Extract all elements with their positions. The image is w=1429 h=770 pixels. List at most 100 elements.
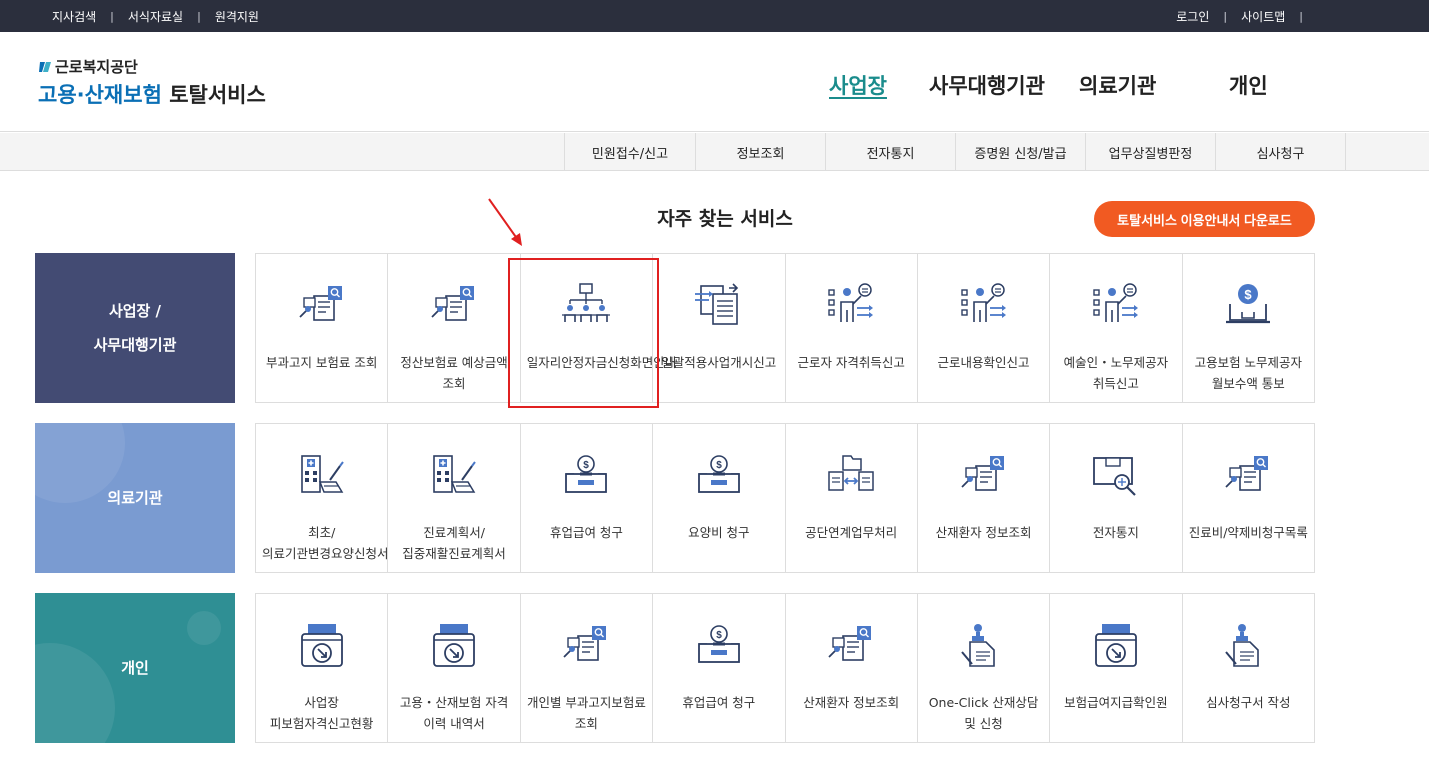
service-tile-medical-8[interactable]: 진료비/약제비청구목록 <box>1182 424 1315 573</box>
nav-agency[interactable]: 사무대행기관 <box>929 70 1045 100</box>
person-checklist-icon <box>1093 283 1138 322</box>
service-tile-medical-1[interactable]: 최초/의료기관변경요양신청서 <box>256 424 389 573</box>
service-tile-medical-5[interactable]: 공단연계업무처리 <box>785 424 918 573</box>
coin-box-icon: $ <box>565 455 608 493</box>
service-tile-medical-2[interactable]: 진료계획서/집중재활진료계획서 <box>388 424 521 573</box>
service-tile-label: 고용보험 노무제공자 월보수액 통보 <box>1194 355 1303 391</box>
document-transfer-icon <box>694 283 738 325</box>
service-tile-business-5[interactable]: 근로자 자격취득신고 <box>785 254 918 403</box>
coin-box-icon: $ <box>697 455 740 493</box>
service-tile-individual-7[interactable]: 보험급여지급확인원 <box>1050 594 1183 743</box>
row-label-medical-text: 의료기관 <box>107 489 163 507</box>
sitemap-link[interactable]: 사이트맵 <box>1241 8 1285 25</box>
service-tile-label: 진료계획서/집중재활진료계획서 <box>402 525 506 561</box>
person-checklist-icon <box>960 283 1006 322</box>
service-tile-label: 예술인・노무제공자 취득신고 <box>1063 355 1169 391</box>
document-search-icon <box>1225 456 1269 491</box>
service-tile-medical-4[interactable]: $ 요양비 청구 <box>653 424 786 573</box>
subnav-info-inquiry[interactable]: 정보조회 <box>696 133 826 171</box>
remote-support-link[interactable]: 원격지원 <box>215 8 259 25</box>
service-tile-label: 사업장 피보험자격신고현황 <box>269 695 374 731</box>
separator: | <box>1299 9 1303 23</box>
service-tile-label: 전자통지 <box>1092 525 1139 540</box>
box-search-icon <box>1093 457 1136 496</box>
service-tile-label: 진료비/약제비청구목록 <box>1188 525 1308 540</box>
site-header: 근로복지공단 고용·산재보험 토탈서비스 사업장 사무대행기관 의료기관 개인 <box>0 32 1429 132</box>
service-tile-label: 일괄적용사업개시신고 <box>661 355 777 370</box>
service-tile-business-8[interactable]: $ 고용보험 노무제공자 월보수액 통보 <box>1182 254 1315 403</box>
svg-text:$: $ <box>584 460 590 471</box>
row-label-individual: 개인 <box>35 593 235 743</box>
subnav-review-request[interactable]: 심사청구 <box>1216 133 1346 171</box>
medical-service-grid: 최초/의료기관변경요양신청서 진료계획서/집중재활진료계획서 $ 휴업급여 청구… <box>255 423 1315 573</box>
hospital-document-icon <box>433 455 476 493</box>
service-tile-label: 일자리안정자금신청화면안내 <box>526 355 677 370</box>
service-tile-label: 심사청구서 작성 <box>1206 695 1291 710</box>
business-service-grid: 부과고지 보험료 조회 정산보험료 예상금액 조회 일자리안정자금신청화면안내 … <box>255 253 1315 403</box>
service-tile-individual-3[interactable]: 개인별 부과고지보험료 조회 <box>520 594 654 743</box>
stamp-document-icon <box>960 624 995 667</box>
service-tile-label: 휴업급여 청구 <box>682 695 756 710</box>
service-tile-individual-5[interactable]: 산재환자 정보조회 <box>785 594 918 743</box>
main-nav: 사업장 사무대행기관 의료기관 개인 <box>0 70 1429 100</box>
top-utility-bar: 지사검색 | 서식자료실 | 원격지원 로그인 | 사이트맵 | <box>0 0 1429 32</box>
service-tile-individual-6[interactable]: One-Click 산재상담 및 신청 <box>917 594 1051 743</box>
service-tile-medical-6[interactable]: 산재환자 정보조회 <box>917 424 1051 573</box>
service-tile-label: 부과고지 보험료 조회 <box>265 355 378 370</box>
service-tile-label: 근로자 자격취득신고 <box>797 355 905 370</box>
service-tile-medical-3[interactable]: $ 휴업급여 청구 <box>520 424 654 573</box>
svg-text:$: $ <box>1245 287 1253 302</box>
svg-text:$: $ <box>716 630 722 641</box>
document-search-icon <box>299 286 342 321</box>
subnav-e-notice[interactable]: 전자통지 <box>826 133 956 171</box>
nav-medical[interactable]: 의료기관 <box>1079 70 1156 100</box>
service-tile-individual-2[interactable]: 고용・산재보험 자격 이력 내역서 <box>388 594 521 743</box>
subnav-certificate[interactable]: 증명원 신청/발급 <box>956 133 1086 171</box>
service-tile-individual-8[interactable]: 심사청구서 작성 <box>1182 594 1315 743</box>
utility-links-left: 지사검색 | 서식자료실 | 원격지원 <box>52 0 259 32</box>
nav-business[interactable]: 사업장 <box>829 70 887 100</box>
service-tile-business-3[interactable]: 일자리안정자금신청화면안내 <box>520 254 677 403</box>
nav-individual[interactable]: 개인 <box>1229 70 1268 100</box>
service-tile-individual-4[interactable]: $ 휴업급여 청구 <box>653 594 786 743</box>
subnav-occupational-disease[interactable]: 업무상질병판정 <box>1086 133 1216 171</box>
org-chart-icon <box>562 283 611 322</box>
sub-nav-items: 민원접수/신고 정보조회 전자통지 증명원 신청/발급 업무상질병판정 심사청구 <box>564 133 1346 171</box>
service-tile-business-7[interactable]: 예술인・노무제공자 취득신고 <box>1050 254 1183 403</box>
service-tile-label: 정산보험료 예상금액 조회 <box>400 355 508 391</box>
person-checklist-icon <box>828 283 874 322</box>
printer-download-icon <box>300 624 343 667</box>
document-search-icon <box>431 286 475 321</box>
row-label-business: 사업장 / 사무대행기관 <box>35 253 235 403</box>
service-tile-business-4[interactable]: 일괄적용사업개시신고 <box>653 254 786 403</box>
login-link[interactable]: 로그인 <box>1176 8 1209 25</box>
separator: | <box>110 9 114 23</box>
hospital-document-icon <box>300 455 344 493</box>
individual-service-grid: 사업장 피보험자격신고현황 고용・산재보험 자격 이력 내역서 개인별 부과고지… <box>255 593 1315 743</box>
row-label-business-text: 사업장 / 사무대행기관 <box>93 302 177 354</box>
row-label-individual-text: 개인 <box>121 659 149 677</box>
service-tile-label: One-Click 산재상담 및 신청 <box>928 695 1039 731</box>
row-label-medical: 의료기관 <box>35 423 235 573</box>
document-search-icon <box>828 626 872 661</box>
stamp-document-icon <box>1225 624 1260 667</box>
separator: | <box>197 9 201 23</box>
service-tile-business-2[interactable]: 정산보험료 예상금액 조회 <box>388 254 521 403</box>
red-arrow-annotation <box>488 198 522 246</box>
document-search-icon <box>960 456 1004 491</box>
forms-library-link[interactable]: 서식자료실 <box>128 8 183 25</box>
service-tile-label: 공단연계업무처리 <box>805 525 898 540</box>
coin-box-icon: $ <box>697 625 740 663</box>
document-search-icon <box>563 626 607 661</box>
service-tile-label: 보험급여지급확인원 <box>1064 695 1168 710</box>
service-tile-business-6[interactable]: 근로내용확인신고 <box>917 254 1051 403</box>
service-tile-medical-7[interactable]: 전자통지 <box>1050 424 1183 573</box>
service-tile-label: 산재환자 정보조회 <box>803 695 900 710</box>
service-tile-business-1[interactable]: 부과고지 보험료 조회 <box>256 254 389 403</box>
service-tile-label: 근로내용확인신고 <box>937 355 1030 370</box>
service-tile-individual-1[interactable]: 사업장 피보험자격신고현황 <box>256 594 389 743</box>
printer-download-icon <box>433 624 475 667</box>
branch-search-link[interactable]: 지사검색 <box>52 8 96 25</box>
download-guide-button[interactable]: 토탈서비스 이용안내서 다운로드 <box>1094 201 1315 237</box>
subnav-civil-application[interactable]: 민원접수/신고 <box>565 133 696 171</box>
